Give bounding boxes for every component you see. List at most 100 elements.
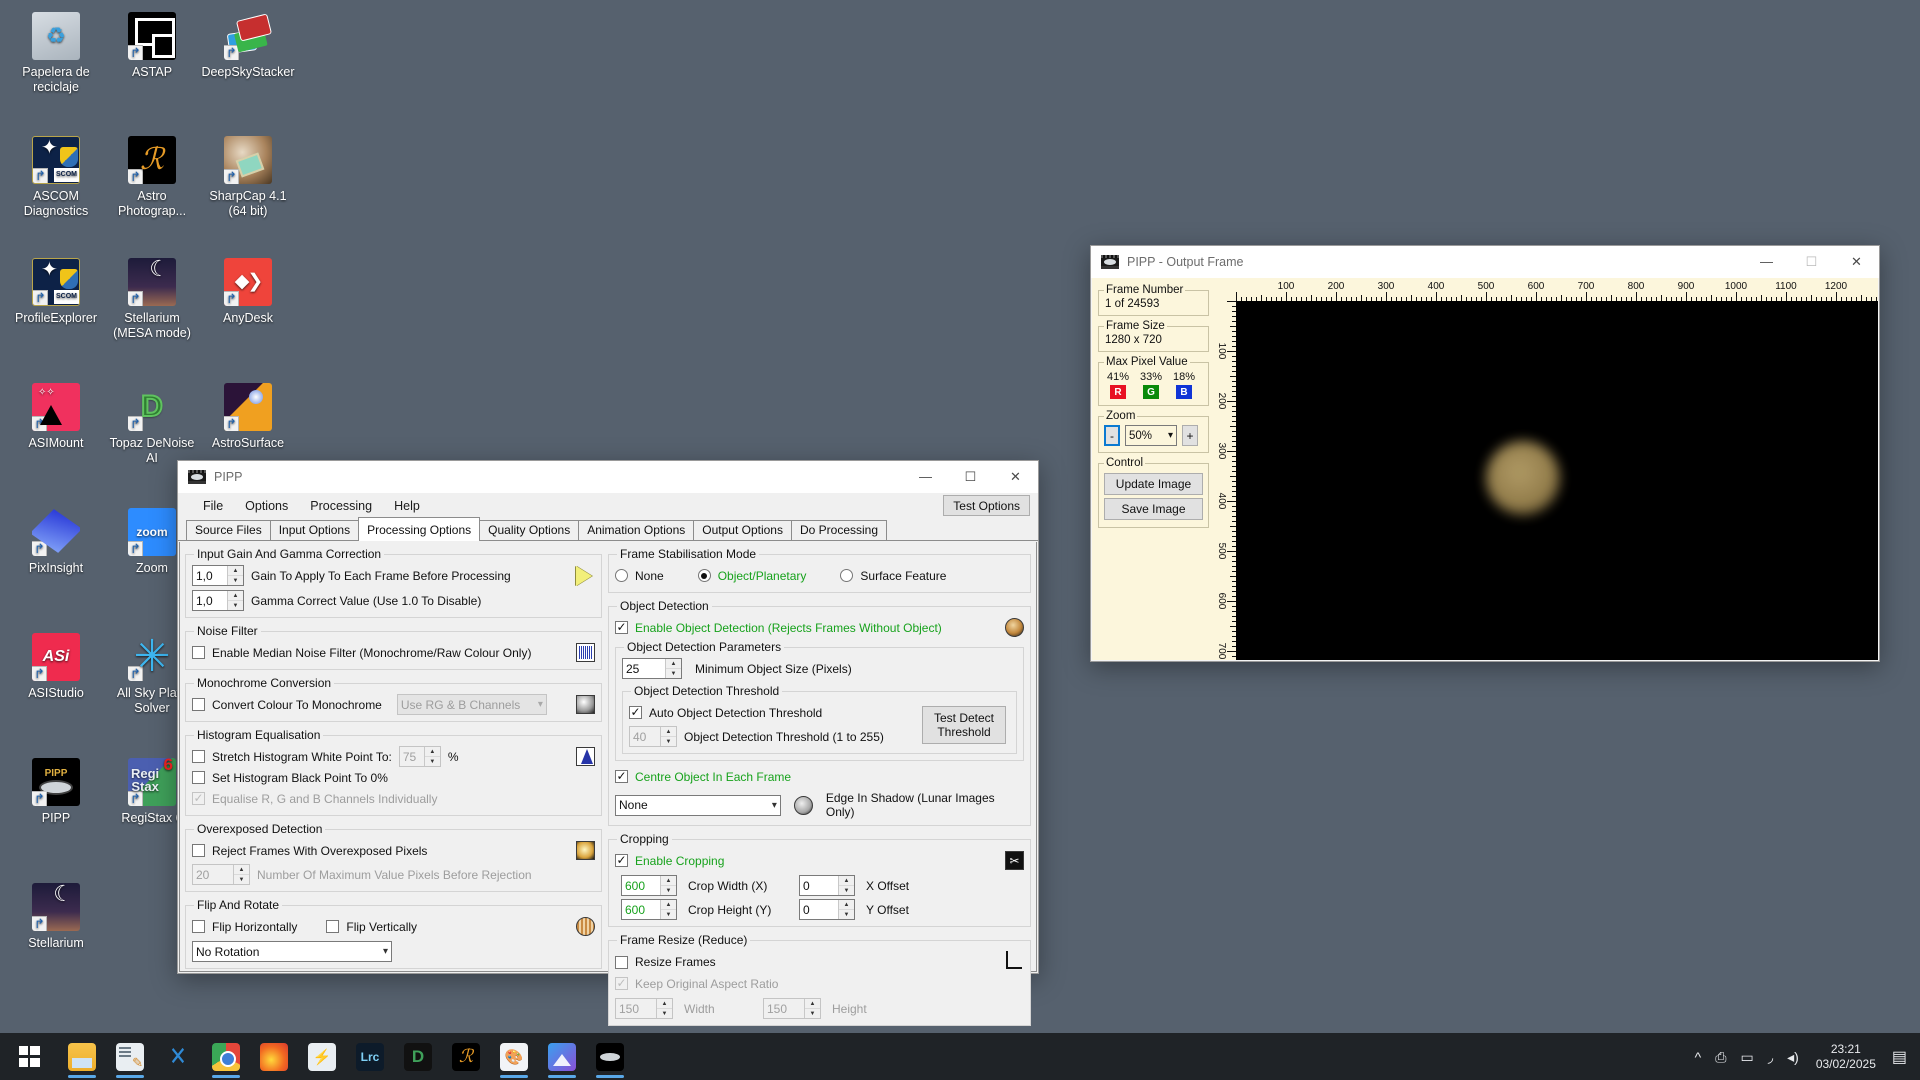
taskbar-item-photos[interactable] [538, 1033, 586, 1080]
menu-options[interactable]: Options [234, 496, 299, 516]
desktop-icon-asimount[interactable]: ASIMount [8, 383, 104, 451]
pipp-output-minimize-button[interactable]: — [1744, 246, 1789, 278]
taskbar-item-google-chrome[interactable] [202, 1033, 250, 1080]
taskbar-item-file-explorer[interactable] [58, 1033, 106, 1080]
desktop-icon-papelera-de-reciclaje[interactable]: Papelera de reciclaje [8, 12, 104, 94]
minimum-object-size-spinner[interactable]: ▲▼ [622, 658, 682, 679]
object-detection-threshold-input[interactable] [630, 727, 660, 746]
resize-height-spinner[interactable]: ▲▼ [763, 998, 821, 1019]
desktop-icon-asistudio[interactable]: ASIStudio [8, 633, 104, 701]
save-image-button[interactable]: Save Image [1104, 498, 1203, 520]
volume-icon[interactable]: ◂) [1780, 1050, 1806, 1064]
resize-frames-checkbox[interactable] [615, 955, 628, 969]
crop-height-input[interactable] [622, 900, 660, 919]
flip-horizontally-checkbox[interactable] [192, 920, 205, 933]
zoom-level-dropdown[interactable]: 50% ▾ [1125, 425, 1177, 446]
taskbar-item-pipp[interactable] [586, 1033, 634, 1080]
convert-colour-to-monochrome-checkbox[interactable] [192, 698, 205, 711]
play-arrow-icon[interactable] [576, 565, 592, 586]
stabilisation-object-planetary-radio[interactable] [697, 569, 711, 582]
zoom-out-button[interactable]: - [1104, 425, 1120, 446]
desktop-icon-sharpcap-4-1-64-bit[interactable]: SharpCap 4.1 (64 bit) [200, 136, 296, 218]
crop-width-input[interactable] [622, 876, 660, 895]
rotation-dropdown[interactable]: No Rotation ▾ [192, 941, 392, 962]
taskbar-item-remote-desktop[interactable] [298, 1033, 346, 1080]
taskbar-item-astro-photography-tool[interactable] [442, 1033, 490, 1080]
stretch-histogram-checkbox[interactable] [192, 750, 205, 763]
pipp-output-close-button[interactable]: ✕ [1834, 246, 1879, 278]
pipp-main-titlebar[interactable]: PIPP — ☐ ✕ [178, 461, 1038, 493]
gamma-input[interactable] [193, 591, 227, 610]
blue-channel-chip[interactable]: B [1176, 385, 1192, 399]
menu-help[interactable]: Help [383, 496, 431, 516]
pipp-main-minimize-button[interactable]: — [903, 461, 948, 493]
max-pixel-count-spinner[interactable]: ▲▼ [192, 864, 250, 885]
resize-width-input[interactable] [616, 999, 656, 1018]
minimum-object-size-input[interactable] [623, 659, 665, 678]
clock[interactable]: 23:21 03/02/2025 [1806, 1042, 1886, 1072]
crop-width-spinner[interactable]: ▲▼ [621, 875, 677, 896]
stretch-histogram-spinner[interactable]: ▲▼ [398, 746, 441, 767]
pipp-output-canvas[interactable]: 100 200 300 400 500 600 700 800 900 1000 1100 1200 … [1214, 278, 1878, 660]
gain-input[interactable] [193, 566, 227, 585]
start-button[interactable] [0, 1033, 58, 1080]
taskbar-item-visual-studio-code[interactable] [154, 1033, 202, 1080]
max-pixel-count-input[interactable] [193, 865, 233, 884]
desktop-icon-deepskystacker[interactable]: DeepSkyStacker [200, 12, 296, 80]
zoom-in-button[interactable]: + [1182, 425, 1198, 446]
set-black-point-checkbox[interactable] [192, 771, 205, 784]
desktop-icon-topaz-denoise-ai[interactable]: Topaz DeNoise AI [104, 383, 200, 465]
tab-input-options[interactable]: Input Options [269, 520, 360, 540]
menu-processing[interactable]: Processing [299, 496, 383, 516]
pipp-output-frame-window[interactable]: PIPP - Output Frame — ☐ ✕ Frame Number 1… [1090, 245, 1880, 662]
desktop-icon-astro-photograp[interactable]: Astro Photograp... [104, 136, 200, 218]
output-image-area[interactable] [1236, 301, 1878, 660]
gamma-spinner[interactable]: ▲▼ [192, 590, 244, 611]
taskbar-item-topaz-denoise[interactable] [394, 1033, 442, 1080]
desktop-icon-stellarium-mesa-mode[interactable]: Stellarium (MESA mode) [104, 258, 200, 340]
tab-quality-options[interactable]: Quality Options [479, 520, 580, 540]
pipp-output-maximize-button[interactable]: ☐ [1789, 246, 1834, 278]
resize-width-spinner[interactable]: ▲▼ [615, 998, 673, 1019]
monochrome-channel-dropdown[interactable]: Use RG & B Channels ▾ [396, 694, 547, 715]
reject-overexposed-checkbox[interactable] [192, 844, 205, 857]
enable-cropping-checkbox[interactable] [615, 854, 628, 867]
enable-object-detection-checkbox[interactable] [615, 621, 628, 634]
notification-center-icon[interactable]: ▤ [1886, 1047, 1920, 1067]
auto-object-detection-threshold-checkbox[interactable] [629, 706, 642, 719]
test-options-button[interactable]: Test Options [943, 495, 1030, 516]
enable-median-noise-filter-checkbox[interactable] [192, 646, 205, 659]
battery-icon[interactable]: ▭ [1733, 1050, 1760, 1064]
stabilisation-none-radio[interactable] [615, 569, 628, 582]
stretch-histogram-input[interactable] [399, 747, 424, 766]
gain-spinner[interactable]: ▲▼ [192, 565, 244, 586]
crop-height-spinner[interactable]: ▲▼ [621, 899, 677, 920]
desktop-icon-pipp[interactable]: PIPP [8, 758, 104, 826]
stabilisation-surface-feature-radio[interactable] [840, 569, 854, 582]
tab-processing-options[interactable]: Processing Options [358, 517, 481, 541]
object-detection-threshold-spinner[interactable]: ▲▼ [629, 726, 677, 747]
taskbar-item-firefox[interactable] [250, 1033, 298, 1080]
desktop-icon-stellarium[interactable]: Stellarium [8, 883, 104, 951]
tab-animation-options[interactable]: Animation Options [578, 520, 695, 540]
wifi-icon[interactable]: ◞ [1761, 1050, 1780, 1064]
pipp-output-titlebar[interactable]: PIPP - Output Frame — ☐ ✕ [1091, 246, 1879, 278]
y-offset-spinner[interactable]: ▲▼ [799, 899, 855, 920]
taskbar-item-lightroom-classic[interactable] [346, 1033, 394, 1080]
desktop-icon-astrosurface[interactable]: AstroSurface [200, 383, 296, 451]
flip-vertically-checkbox[interactable] [326, 920, 340, 933]
desktop-icon-astap[interactable]: ASTAP [104, 12, 200, 80]
tab-do-processing[interactable]: Do Processing [790, 520, 888, 540]
update-image-button[interactable]: Update Image [1104, 473, 1203, 495]
camera-icon[interactable]: ⎙ [1708, 1050, 1733, 1064]
desktop-icon-profileexplorer[interactable]: ProfileExplorer [8, 258, 104, 326]
pipp-main-window[interactable]: PIPP — ☐ ✕ File Options Processing Help … [177, 460, 1039, 1026]
edge-in-shadow-dropdown[interactable]: None ▾ [615, 794, 781, 816]
resize-height-input[interactable] [764, 999, 804, 1018]
pipp-main-close-button[interactable]: ✕ [993, 461, 1038, 493]
centre-object-checkbox[interactable] [615, 770, 628, 783]
tab-source-files[interactable]: Source Files [186, 520, 271, 540]
red-channel-chip[interactable]: R [1110, 385, 1126, 399]
desktop-icon-anydesk[interactable]: AnyDesk [200, 258, 296, 326]
y-offset-input[interactable] [800, 900, 838, 919]
